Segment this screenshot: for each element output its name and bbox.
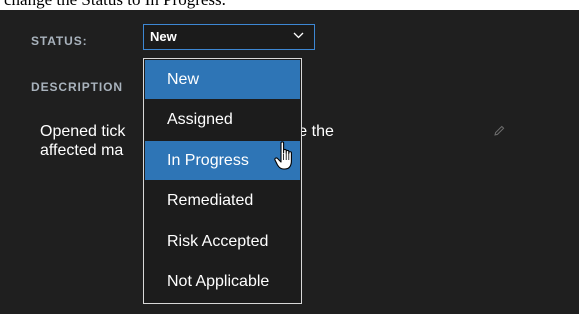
description-text-line2: affected ma: [40, 142, 124, 159]
pencil-icon[interactable]: [492, 124, 506, 138]
chevron-down-icon: [293, 32, 304, 39]
status-option-in-progress[interactable]: In Progress: [145, 141, 300, 180]
status-label: STATUS:: [31, 34, 88, 48]
status-option-assigned[interactable]: Assigned: [145, 100, 300, 139]
status-select-value: New: [150, 29, 177, 44]
instruction-caption: change the Status to In Progress.: [4, 0, 579, 10]
status-select[interactable]: New: [143, 24, 315, 50]
status-panel: STATUS: New DESCRIPTION Opened ticke-ima…: [0, 10, 579, 314]
status-option-remediated[interactable]: Remediated: [145, 181, 300, 220]
description-text-start: Opened tick: [40, 123, 126, 140]
status-option-risk-accepted[interactable]: Risk Accepted: [145, 222, 300, 261]
status-option-not-applicable[interactable]: Not Applicable: [145, 262, 300, 301]
description-label: DESCRIPTION: [31, 80, 123, 94]
status-dropdown-menu: New Assigned In Progress Remediated Risk…: [143, 58, 302, 304]
status-option-new[interactable]: New: [145, 60, 300, 99]
